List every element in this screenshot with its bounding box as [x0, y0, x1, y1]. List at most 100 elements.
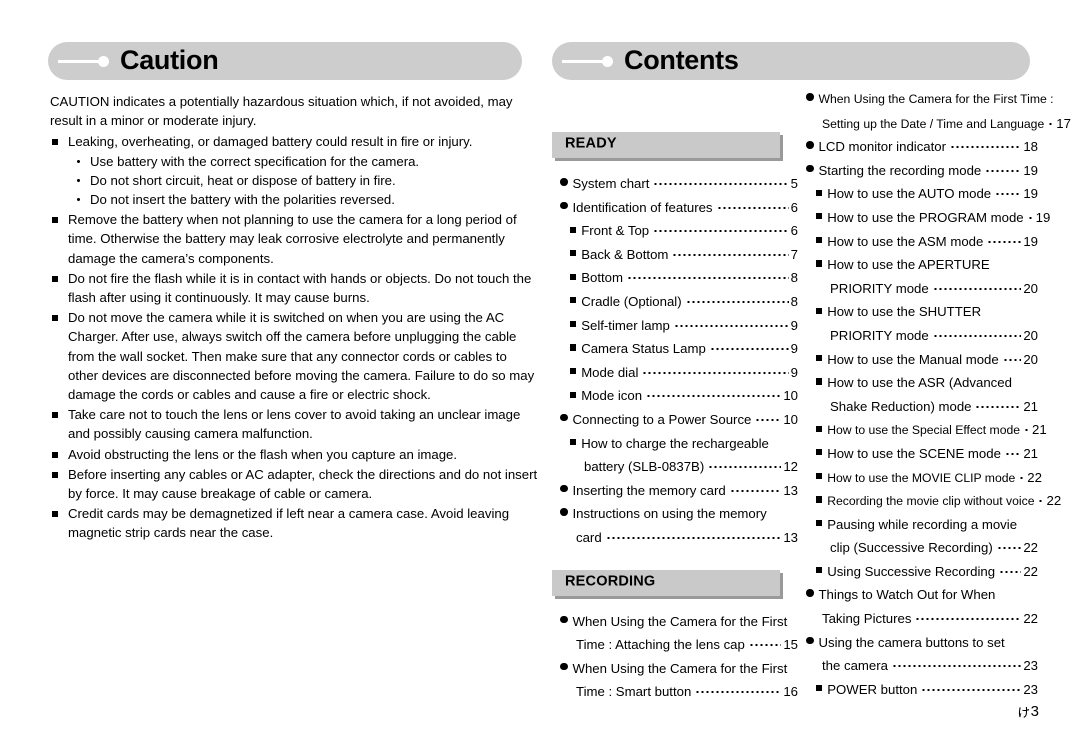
contents-title: Contents [624, 45, 739, 76]
caution-item: Before inserting any cables or AC adapte… [48, 465, 538, 503]
square-bullet-icon [570, 439, 576, 445]
toc-entry-line: How to use the SHUTTER [798, 300, 1038, 324]
toc-page-number: 6 [791, 196, 798, 220]
toc-entry-label: Pausing while recording a movie [827, 513, 1017, 537]
toc-entry[interactable]: Camera Status Lamp 9 [552, 337, 798, 361]
dot-leader [686, 297, 789, 303]
toc-entry[interactable]: Using the camera buttons to set the camer… [798, 631, 1038, 678]
dot-leader [987, 237, 1021, 243]
toc-entry-label: Self-timer lamp [581, 314, 670, 338]
square-bullet-icon [816, 496, 822, 502]
toc-entry[interactable]: How to use the MOVIE CLIP mode 22 [798, 466, 1038, 490]
square-bullet-icon [816, 237, 822, 243]
contents-section-header: Contents [552, 42, 1030, 80]
toc-entry-line: Shake Reduction) mode 21 [798, 395, 1038, 419]
toc-entry[interactable]: How to charge the rechargeable battery (S… [552, 432, 798, 479]
toc-entry[interactable]: Self-timer lamp 9 [552, 314, 798, 338]
round-bullet-icon [560, 178, 568, 186]
round-bullet-icon [560, 485, 568, 493]
toc-page-number: 21 [1023, 395, 1038, 419]
toc-entry[interactable]: How to use the APERTURE PRIORITY mode 20 [798, 253, 1038, 300]
toc-page-number: 22 [1046, 489, 1061, 513]
dot-leader [1038, 496, 1044, 502]
toc-entry[interactable]: When Using the Camera for the First Time… [798, 88, 1038, 135]
toc-entry-line: When Using the Camera for the First Time… [798, 88, 1038, 112]
dot-leader [1028, 213, 1034, 219]
toc-entry[interactable]: System chart 5 [552, 172, 798, 196]
toc-entry[interactable]: Bottom 8 [552, 266, 798, 290]
toc-page-number: 9 [791, 314, 798, 338]
toc-entry[interactable]: How to use the Special Effect mode 21 [798, 418, 1038, 442]
toc-entry-line: Mode dial 9 [552, 361, 798, 385]
round-bullet-icon [560, 616, 568, 624]
square-bullet-icon [816, 308, 822, 314]
toc-page-number: 8 [791, 290, 798, 314]
toc-entry-label: Starting the recording mode [819, 159, 982, 183]
dot-leader [933, 331, 1022, 337]
toc-entry[interactable]: How to use the PROGRAM mode 19 [798, 206, 1038, 230]
toc-entry[interactable]: Recording the movie clip without voice 22 [798, 489, 1038, 513]
toc-entry-label: PRIORITY mode [830, 277, 929, 301]
toc-entry[interactable]: Inserting the memory card 13 [552, 479, 798, 503]
toc-page-number: 22 [1023, 560, 1038, 584]
square-bullet-icon [816, 260, 822, 266]
caution-item: Do not fire the flash while it is in con… [48, 269, 538, 307]
toc-entry[interactable]: When Using the Camera for the First Time … [552, 610, 798, 657]
toc-entry-line: battery (SLB-0837B) 12 [552, 455, 798, 479]
round-bullet-icon [77, 160, 80, 163]
toc-entry[interactable]: How to use the SHUTTER PRIORITY mode 20 [798, 300, 1038, 347]
toc-entry-label: Connecting to a Power Source [573, 408, 752, 432]
toc-entry[interactable]: Cradle (Optional) 8 [552, 290, 798, 314]
toc-entry[interactable]: Back & Bottom 7 [552, 243, 798, 267]
toc-entry-label: PRIORITY mode [830, 324, 929, 348]
toc-entry-label: Recording the movie clip without voice [827, 490, 1034, 514]
toc-entry-line: clip (Successive Recording) 22 [798, 536, 1038, 560]
section-label-ready-text: READY [565, 133, 617, 157]
toc-entry[interactable]: Front & Top 6 [552, 219, 798, 243]
toc-entry[interactable]: Pausing while recording a movie clip (Suc… [798, 513, 1038, 560]
toc-entry[interactable]: How to use the ASM mode 19 [798, 230, 1038, 254]
toc-entry[interactable]: LCD monitor indicator 18 [798, 135, 1038, 159]
toc-entry[interactable]: Instructions on using the memory card 13 [552, 502, 798, 549]
toc-entry-line: Taking Pictures 22 [798, 607, 1038, 631]
toc-entry-label: How to use the SHUTTER [827, 300, 981, 324]
caution-subitem: Do not short circuit, heat or dispose of… [48, 171, 538, 190]
toc-entry[interactable]: How to use the ASR (Advanced Shake Reduct… [798, 371, 1038, 418]
square-bullet-icon [52, 412, 58, 418]
dot-leader [653, 226, 789, 232]
square-bullet-icon [570, 227, 576, 233]
toc-entry-label: Instructions on using the memory [573, 502, 767, 526]
round-bullet-icon [806, 165, 814, 173]
toc-entry[interactable]: Things to Watch Out for When Taking Pictu… [798, 583, 1038, 630]
round-bullet-icon [806, 637, 814, 645]
dot-leader [710, 344, 789, 350]
caution-item-text: Before inserting any cables or AC adapte… [68, 467, 537, 501]
caution-body: CAUTION indicates a potentially hazardou… [48, 92, 526, 543]
dot-leader [708, 462, 781, 468]
toc-page-number: 18 [1023, 135, 1038, 159]
dot-leader [606, 533, 782, 539]
toc-entry[interactable]: How to use the SCENE mode 21 [798, 442, 1038, 466]
toc-entry[interactable]: How to use the Manual mode 20 [798, 348, 1038, 372]
toc-right-column: When Using the Camera for the First Time… [798, 88, 1038, 701]
toc-entry[interactable]: Starting the recording mode 19 [798, 159, 1038, 183]
toc-entry-label: How to charge the rechargeable [581, 432, 769, 456]
toc-entry[interactable]: Identification of features 6 [552, 196, 798, 220]
toc-page-number: 20 [1023, 348, 1038, 372]
toc-entry[interactable]: POWER button 23 [798, 678, 1038, 702]
toc-entry-line: Inserting the memory card 13 [552, 479, 798, 503]
toc-entry-line: card 13 [552, 526, 798, 550]
round-bullet-icon [806, 589, 814, 597]
toc-entry-line: When Using the Camera for the First [552, 610, 798, 634]
dot-leader [1019, 473, 1025, 479]
toc-entry-line: Starting the recording mode 19 [798, 159, 1038, 183]
dot-leader [653, 179, 788, 185]
toc-entry[interactable]: Using Successive Recording 22 [798, 560, 1038, 584]
toc-entry[interactable]: Mode dial 9 [552, 361, 798, 385]
dot-leader [674, 321, 789, 327]
toc-entry[interactable]: Mode icon 10 [552, 384, 798, 408]
toc-entry[interactable]: Connecting to a Power Source 10 [552, 408, 798, 432]
square-bullet-icon [816, 426, 822, 432]
toc-entry[interactable]: When Using the Camera for the First Time … [552, 657, 798, 704]
toc-entry[interactable]: How to use the AUTO mode 19 [798, 182, 1038, 206]
